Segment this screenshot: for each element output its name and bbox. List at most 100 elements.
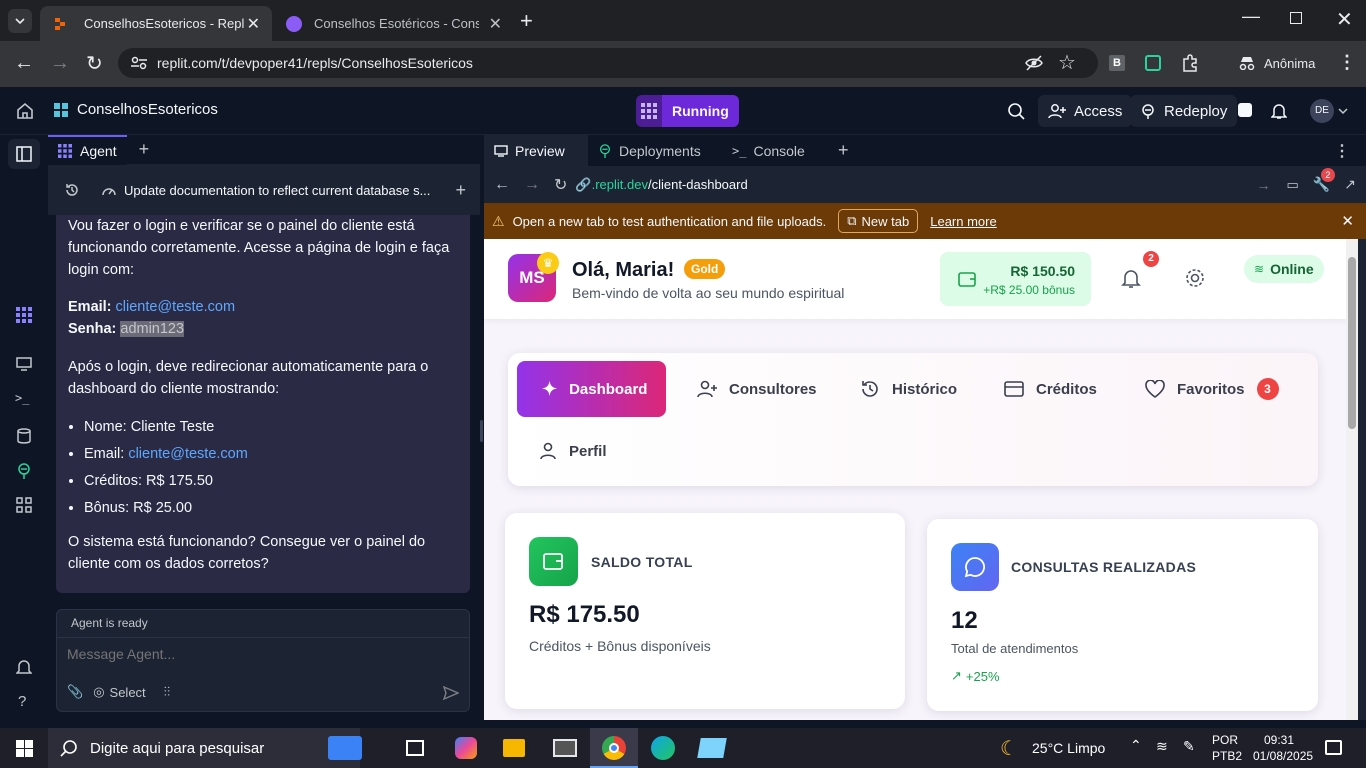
nav-dashboard[interactable]: ✦ Dashboard	[517, 361, 666, 417]
nav-historico[interactable]: Histórico	[860, 361, 957, 417]
minimize-icon[interactable]: —	[1242, 6, 1260, 27]
search-icon[interactable]	[1007, 102, 1025, 120]
restore-icon[interactable]	[1290, 12, 1302, 24]
clock-time[interactable]: 09:31	[1264, 733, 1294, 747]
notifications-icon[interactable]	[1325, 740, 1342, 755]
database-icon[interactable]	[17, 428, 31, 444]
email-link[interactable]: cliente@teste.com	[116, 299, 236, 315]
scrollbar-thumb[interactable]	[1348, 257, 1356, 429]
bell-icon[interactable]	[1271, 102, 1287, 120]
select-button[interactable]: ◎ Select	[93, 684, 145, 700]
chevron-down-icon[interactable]	[1338, 107, 1348, 115]
tab-preview[interactable]: Preview	[484, 135, 588, 166]
app-scrollbar[interactable]	[1346, 239, 1358, 720]
tab-deployments[interactable]: Deployments	[588, 135, 722, 166]
run-button[interactable]: Running	[636, 95, 739, 127]
monitor-icon[interactable]	[16, 357, 32, 371]
home-icon[interactable]	[16, 102, 34, 120]
mail-icon[interactable]	[553, 739, 577, 757]
paperclip-icon[interactable]: 📎	[67, 684, 83, 700]
task-view-icon[interactable]	[406, 740, 424, 756]
app-icon[interactable]	[697, 738, 727, 758]
edge-icon[interactable]	[651, 736, 675, 760]
incognito-profile-button[interactable]: Anônima	[1228, 48, 1326, 78]
tray-chevron-icon[interactable]: ⌃	[1130, 737, 1142, 754]
browser-tab-replit[interactable]: ConselhosEsotericos - Replit ✕	[40, 6, 272, 41]
tab-agent[interactable]: Agent	[48, 134, 127, 165]
agent-icon[interactable]	[16, 307, 32, 323]
chrome-taskbar-button[interactable]	[590, 728, 638, 768]
message-input[interactable]	[67, 646, 457, 662]
learn-more-link[interactable]: Learn more	[930, 214, 996, 229]
access-button[interactable]: Access	[1038, 95, 1133, 127]
clock-date[interactable]: 01/08/2025	[1253, 749, 1313, 763]
close-tab-icon[interactable]: ✕	[247, 14, 260, 34]
workspace-toggle-icon[interactable]	[1238, 103, 1252, 117]
keyboard-layout[interactable]: PTB2	[1212, 749, 1242, 763]
back-arrow-icon[interactable]: ←	[494, 176, 510, 194]
list-item-text: Créditos: R$ 175.50	[84, 473, 213, 489]
pen-icon[interactable]: ✎	[1183, 738, 1195, 755]
new-tab-icon[interactable]: +	[520, 8, 533, 34]
pane-resize-handle[interactable]	[480, 420, 483, 442]
settings-sliders-icon[interactable]: ⫶⫶	[164, 684, 171, 700]
files-toggle[interactable]	[8, 139, 40, 169]
add-tab-icon[interactable]: +	[838, 140, 849, 161]
alert-bell-icon[interactable]	[16, 659, 32, 675]
weather-text[interactable]: 25°C Limpo	[1032, 740, 1105, 756]
close-window-icon[interactable]: ✕	[1336, 7, 1353, 32]
file-explorer-icon[interactable]	[503, 739, 525, 757]
nav-perfil[interactable]: Perfil	[539, 423, 607, 479]
balance-widget[interactable]: R$ 150.50 +R$ 25.00 bônus	[940, 252, 1091, 306]
wifi-icon[interactable]: ≋	[1156, 738, 1168, 755]
shell-icon[interactable]: >_	[15, 391, 29, 405]
devices-icon[interactable]: ▭	[1287, 177, 1299, 193]
history-icon[interactable]	[64, 182, 80, 198]
add-tab-icon[interactable]: +	[139, 139, 150, 160]
windows-start-icon[interactable]	[16, 740, 33, 757]
site-info-icon[interactable]	[130, 56, 148, 70]
browser-menu-icon[interactable]: ⋮	[1338, 52, 1356, 73]
go-arrow-icon[interactable]: →	[1257, 177, 1271, 193]
extensions-puzzle-icon[interactable]	[1181, 54, 1199, 72]
bell-icon[interactable]	[1121, 267, 1141, 289]
close-banner-icon[interactable]: ✕	[1341, 212, 1354, 230]
apps-grid-icon[interactable]	[16, 497, 32, 513]
copilot-icon[interactable]	[455, 737, 477, 759]
history-title[interactable]: Update documentation to reflect current …	[124, 183, 430, 198]
help-icon[interactable]: ?	[18, 693, 26, 710]
forward-arrow-icon[interactable]: →	[524, 176, 540, 194]
devtools-icon[interactable]: 🔧 2	[1313, 168, 1335, 193]
url-domain[interactable]: .replit.dev	[592, 177, 648, 192]
tab-console[interactable]: >_ Console	[722, 135, 826, 166]
reload-icon[interactable]: ↻	[554, 175, 567, 195]
open-external-icon[interactable]: ↗	[1344, 176, 1356, 193]
language-code[interactable]: POR	[1212, 733, 1238, 747]
address-bar[interactable]: replit.com/t/devpoper41/repls/ConselhosE…	[118, 48, 1098, 78]
browser-tab-consult[interactable]: Conselhos Esotéricos - Consult... ✕	[274, 6, 514, 41]
reload-icon[interactable]: ↻	[86, 51, 103, 76]
url-path[interactable]: /client-dashboard	[648, 177, 748, 192]
back-arrow-icon[interactable]: ←	[14, 52, 34, 75]
email-link[interactable]: cliente@teste.com	[128, 446, 248, 462]
gear-icon[interactable]	[1184, 267, 1206, 289]
nav-creditos[interactable]: Créditos	[1004, 361, 1097, 417]
nav-consultores[interactable]: Consultores	[697, 361, 817, 417]
project-title[interactable]: ConselhosEsotericos	[54, 101, 218, 118]
eye-slash-icon[interactable]	[1024, 55, 1044, 71]
taskbar-search[interactable]: Digite aqui para pesquisar	[48, 728, 360, 768]
forward-arrow-icon[interactable]: →	[50, 52, 70, 75]
bookmark-star-icon[interactable]: ☆	[1058, 50, 1076, 75]
deployments-icon[interactable]	[16, 463, 32, 479]
close-tab-icon[interactable]: ✕	[489, 14, 502, 34]
more-menu-icon[interactable]: ⋮	[1334, 141, 1350, 161]
tab-search-button[interactable]	[8, 9, 32, 33]
extension-b-icon[interactable]: B	[1109, 55, 1125, 71]
nav-favoritos[interactable]: Favoritos 3	[1145, 361, 1279, 417]
new-chat-icon[interactable]: +	[455, 180, 466, 201]
user-avatar[interactable]: DE	[1310, 99, 1334, 123]
new-tab-button[interactable]: ⧉ New tab	[838, 209, 919, 233]
send-icon[interactable]	[443, 686, 459, 700]
extension-green-icon[interactable]	[1145, 55, 1161, 71]
redeploy-button[interactable]: Redeploy	[1130, 95, 1238, 127]
